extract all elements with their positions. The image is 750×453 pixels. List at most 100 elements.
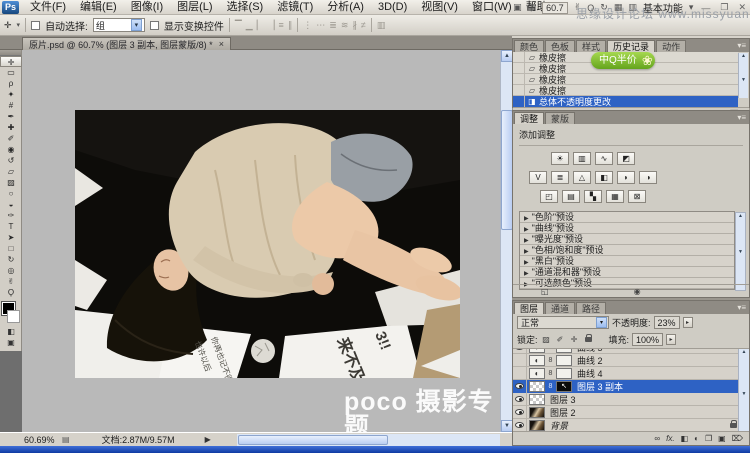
layers-scrollbar[interactable]: ▲ ▼ [738, 349, 749, 432]
menu-view[interactable]: 视图(V) [414, 0, 465, 15]
menu-select[interactable]: 选择(S) [220, 0, 271, 15]
layer-thumbnail[interactable] [529, 406, 545, 418]
lock-all-icon[interactable] [584, 334, 592, 342]
layer-style-icon[interactable]: fx. [666, 434, 674, 443]
align-icon[interactable]: ▏ [257, 20, 264, 31]
document-tab[interactable]: 原片.psd @ 60.7% (图层 3 副本, 图层蒙版/8) * × [22, 37, 231, 50]
panel-menu-icon[interactable]: ▾≡ [737, 302, 748, 314]
preset-item-curves[interactable]: ▶ "曲线"预设 [520, 223, 734, 234]
lock-position-icon[interactable]: ✛ [569, 335, 580, 344]
screen-mode-button[interactable]: ▣ [0, 337, 22, 348]
new-group-icon[interactable]: ❐ [705, 434, 712, 443]
tab-adjustments[interactable]: 调整 [514, 112, 545, 124]
new-layer-icon[interactable]: ▣ [718, 434, 726, 443]
menu-analysis[interactable]: 分析(A) [320, 0, 371, 15]
gradient-tool-button[interactable]: ▨ [0, 177, 22, 188]
auto-align-icon[interactable]: ▥ [377, 20, 386, 31]
quick-selection-tool-button[interactable]: ✦ [0, 89, 22, 100]
blur-tool-button[interactable]: ○ [0, 188, 22, 199]
ad-overlay-badge[interactable]: 中Q半价 ❀ [591, 52, 655, 69]
selective-color-icon[interactable]: ⊠ [628, 190, 646, 203]
threshold-icon[interactable]: ▚ [584, 190, 602, 203]
lasso-tool-button[interactable]: ρ [0, 78, 22, 89]
blend-mode-dropdown[interactable]: 正常 ▾ [517, 316, 609, 329]
menu-image[interactable]: 图像(I) [124, 0, 170, 15]
distribute-icon[interactable]: ≣ [329, 20, 337, 31]
status-zoom-field[interactable]: 60.69% [24, 435, 58, 445]
canvas-vertical-scrollbar[interactable]: ▲ ▼ [500, 50, 513, 432]
panel-menu-icon[interactable]: ▾≡ [737, 112, 748, 124]
crop-tool-button[interactable]: # [0, 100, 22, 111]
dodge-tool-button[interactable]: ◒ [0, 199, 22, 210]
clip-to-layer-icon[interactable]: ◉ [634, 287, 641, 296]
show-transform-checkbox[interactable] [149, 20, 159, 30]
visibility-cell[interactable] [513, 392, 527, 406]
layer-thumbnail[interactable] [529, 393, 545, 405]
history-source-checkbox[interactable] [513, 95, 525, 107]
mask-thumbnail[interactable] [556, 354, 572, 366]
history-source-checkbox[interactable] [513, 73, 525, 85]
preset-item-levels[interactable]: ▶ "色阶"预设 [520, 212, 734, 223]
history-brush-tool-button[interactable]: ↺ [0, 155, 22, 166]
hand-tool-button[interactable]: ✌ [0, 276, 22, 287]
menu-3d[interactable]: 3D(D) [371, 0, 414, 15]
mask-thumbnail[interactable] [556, 367, 572, 379]
menu-edit[interactable]: 编辑(E) [73, 0, 124, 15]
history-item-selected[interactable]: ◨ 总体不透明度更改 [513, 95, 738, 107]
background-color-swatch[interactable] [7, 310, 20, 323]
clone-stamp-tool-button[interactable]: ◉ [0, 144, 22, 155]
link-layers-icon[interactable]: ∞ [654, 434, 660, 443]
eyedropper-tool-button[interactable]: ✒ [0, 111, 22, 122]
visibility-cell[interactable] [513, 379, 527, 393]
menu-filter[interactable]: 滤镜(T) [270, 0, 320, 15]
adjustment-thumbnail[interactable]: ◐ [529, 354, 545, 366]
levels-icon[interactable]: ▥ [573, 152, 591, 165]
panel-menu-icon[interactable]: ▾≡ [737, 40, 748, 52]
menu-layer[interactable]: 图层(L) [170, 0, 219, 15]
vibrance-icon[interactable]: V [529, 171, 547, 184]
auto-select-dropdown[interactable]: 组 ▾ [92, 18, 145, 32]
adjustment-thumbnail[interactable]: ◐ [529, 367, 545, 379]
adjustment-thumbnail[interactable]: ◐ [529, 349, 545, 353]
tab-history[interactable]: 历史记录 [607, 40, 656, 52]
channel-mixer-icon[interactable]: ◑ [639, 171, 657, 184]
move-tool-button[interactable]: ✛ [0, 56, 22, 67]
3d-rotate-tool-button[interactable]: ↻ [0, 254, 22, 265]
pen-tool-button[interactable]: ✑ [0, 210, 22, 221]
mask-thumbnail[interactable]: ↖ [556, 380, 572, 392]
opacity-slider-icon[interactable]: ▸ [682, 317, 693, 328]
scrollbar-thumb[interactable] [238, 435, 388, 445]
history-source-checkbox[interactable] [513, 62, 525, 74]
quick-mask-button[interactable]: ◧ [0, 326, 22, 337]
menu-file[interactable]: 文件(F) [23, 0, 73, 15]
align-icon[interactable]: ≡ [279, 20, 284, 31]
preset-item-black-white[interactable]: ▶ "黑白"预设 [520, 256, 734, 267]
distribute-icon[interactable]: ⋮ [303, 20, 312, 31]
canvas-area[interactable]: 也许以后 你再也记不得我 来不及了 3!! poco 摄影专题 http://p… [22, 50, 500, 432]
layer-thumbnail[interactable] [529, 380, 545, 392]
invert-icon[interactable]: ◰ [540, 190, 558, 203]
photo-filter-icon[interactable]: ◗ [617, 171, 635, 184]
layer-row-layer3-copy-selected[interactable]: 8 ↖ 图层 3 副本 [513, 379, 749, 393]
mask-thumbnail[interactable] [556, 349, 572, 353]
eraser-tool-button[interactable]: ▱ [0, 166, 22, 177]
hue-saturation-icon[interactable]: ≣ [551, 171, 569, 184]
lock-transparency-icon[interactable]: ▨ [541, 335, 552, 344]
layer-row-layer3[interactable]: 图层 3 [513, 392, 749, 406]
healing-brush-tool-button[interactable]: ✚ [0, 122, 22, 133]
layer-thumbnail[interactable] [529, 419, 545, 431]
history-scrollbar[interactable]: ▲ ▼ [738, 53, 748, 98]
tab-styles[interactable]: 样式 [576, 40, 607, 52]
distribute-icon[interactable]: ⋯ [316, 20, 325, 31]
type-tool-button[interactable]: T [0, 221, 22, 232]
color-balance-icon[interactable]: △ [573, 171, 591, 184]
path-selection-tool-button[interactable]: ➤ [0, 232, 22, 243]
add-mask-icon[interactable]: ◧ [681, 434, 689, 443]
preset-item-exposure[interactable]: ▶ "曝光度"预设 [520, 234, 734, 245]
shape-tool-button[interactable]: □ [0, 243, 22, 254]
tab-layers[interactable]: 图层 [514, 302, 545, 314]
lock-pixels-icon[interactable]: ✐ [555, 335, 566, 344]
fill-slider-icon[interactable]: ▸ [666, 334, 677, 345]
tab-close-icon[interactable]: × [219, 39, 224, 49]
align-icon[interactable]: ∥ [288, 20, 293, 31]
